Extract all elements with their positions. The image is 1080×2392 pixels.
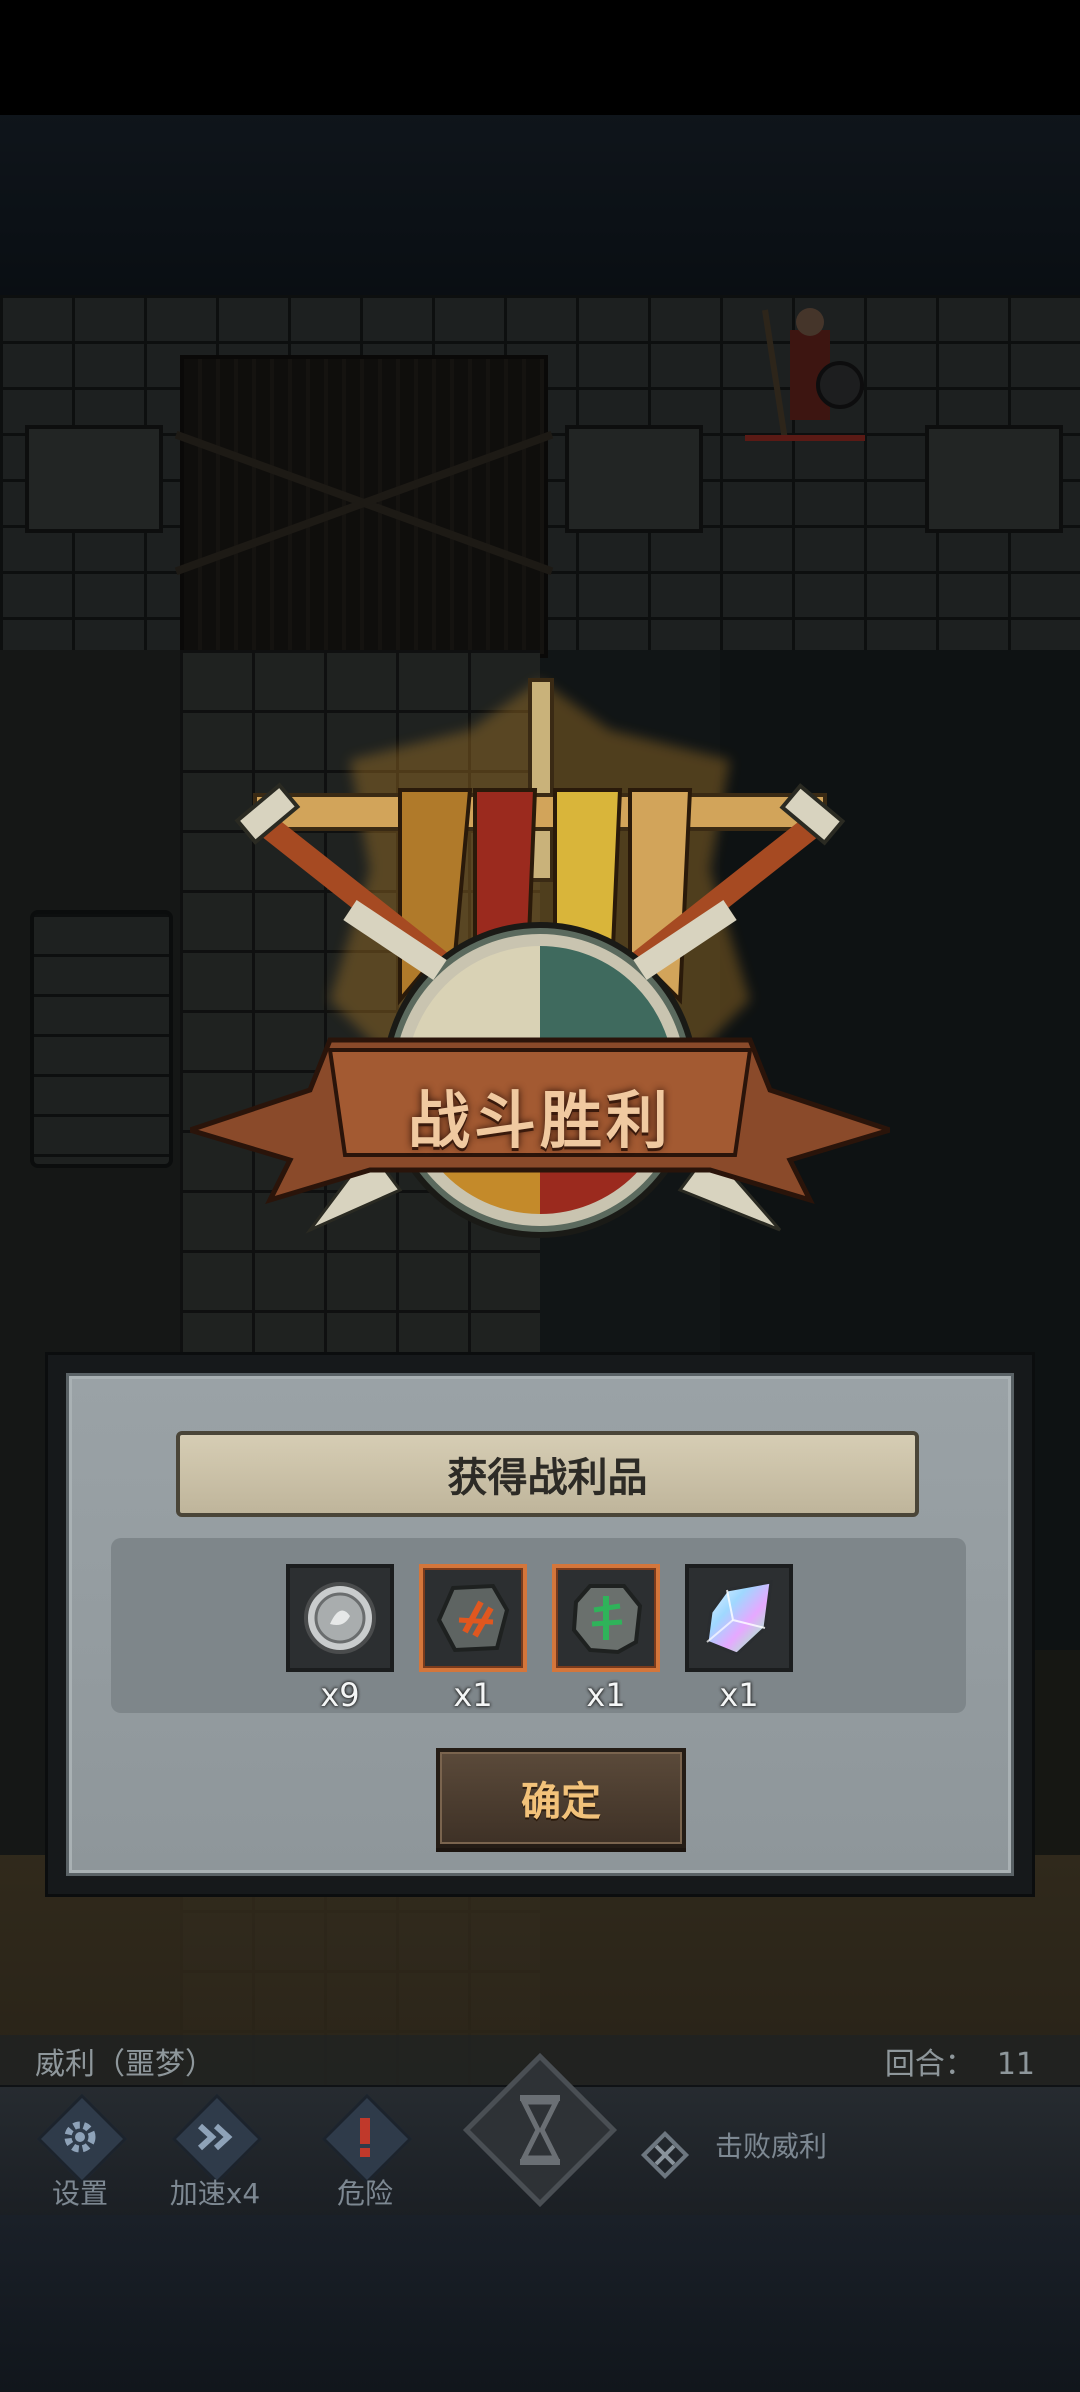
- item-qty: x1: [719, 1676, 759, 1714]
- loot-item[interactable]: x1: [419, 1564, 527, 1714]
- objective-label: 击败威利: [715, 2130, 828, 2163]
- item-qty: x9: [320, 1676, 360, 1714]
- status-bar: [0, 0, 1080, 115]
- victory-title: 战斗胜利: [407, 1084, 672, 1157]
- item-slot[interactable]: [286, 1564, 394, 1672]
- turn-label: 回合：: [884, 2047, 975, 2082]
- speed-button[interactable]: 加速x4: [155, 2097, 275, 2212]
- loot-item[interactable]: x1: [552, 1564, 660, 1714]
- item-slot[interactable]: [685, 1564, 793, 1672]
- loot-dialog: 获得战利品 x9 x1 x1 x1 确定: [45, 1352, 1035, 1897]
- bottom-panel: [0, 2215, 1080, 2392]
- green-rune-stone-icon: [571, 1584, 643, 1655]
- confirm-button[interactable]: 确定: [436, 1748, 686, 1848]
- boss-name: 威利（噩梦）: [35, 2047, 215, 2082]
- silver-coin-icon: [304, 1582, 376, 1654]
- gear-icon: [40, 2097, 120, 2177]
- fast-forward-icon: [175, 2097, 255, 2177]
- crossed-swords-icon: [640, 2130, 690, 2180]
- loot-header: 获得战利品: [176, 1431, 919, 1517]
- danger-button[interactable]: 危险: [305, 2097, 425, 2212]
- settings-label: 设置: [51, 2177, 108, 2210]
- hourglass-icon[interactable]: [460, 2050, 620, 2210]
- loot-item[interactable]: x9: [286, 1564, 394, 1714]
- item-slot[interactable]: [419, 1564, 527, 1672]
- item-qty: x1: [586, 1676, 626, 1714]
- loot-item[interactable]: x1: [685, 1564, 793, 1714]
- item-slot[interactable]: [552, 1564, 660, 1672]
- victory-emblem-icon: [190, 678, 890, 1238]
- settings-button[interactable]: 设置: [20, 2097, 140, 2212]
- danger-label: 危险: [336, 2177, 393, 2210]
- red-rune-stone-icon: [436, 1583, 510, 1653]
- turn-value: 11: [996, 2047, 1035, 2082]
- turn-counter: 回合： 11: [885, 2039, 1035, 2083]
- item-qty: x1: [453, 1676, 493, 1714]
- exclamation-icon: [325, 2097, 405, 2177]
- speed-label: 加速x4: [169, 2177, 261, 2210]
- loot-dialog-body: 获得战利品 x9 x1 x1 x1 确定: [66, 1373, 1014, 1876]
- loot-items: x9 x1 x1 x1: [111, 1538, 966, 1714]
- rainbow-crystal-icon: [705, 1580, 773, 1656]
